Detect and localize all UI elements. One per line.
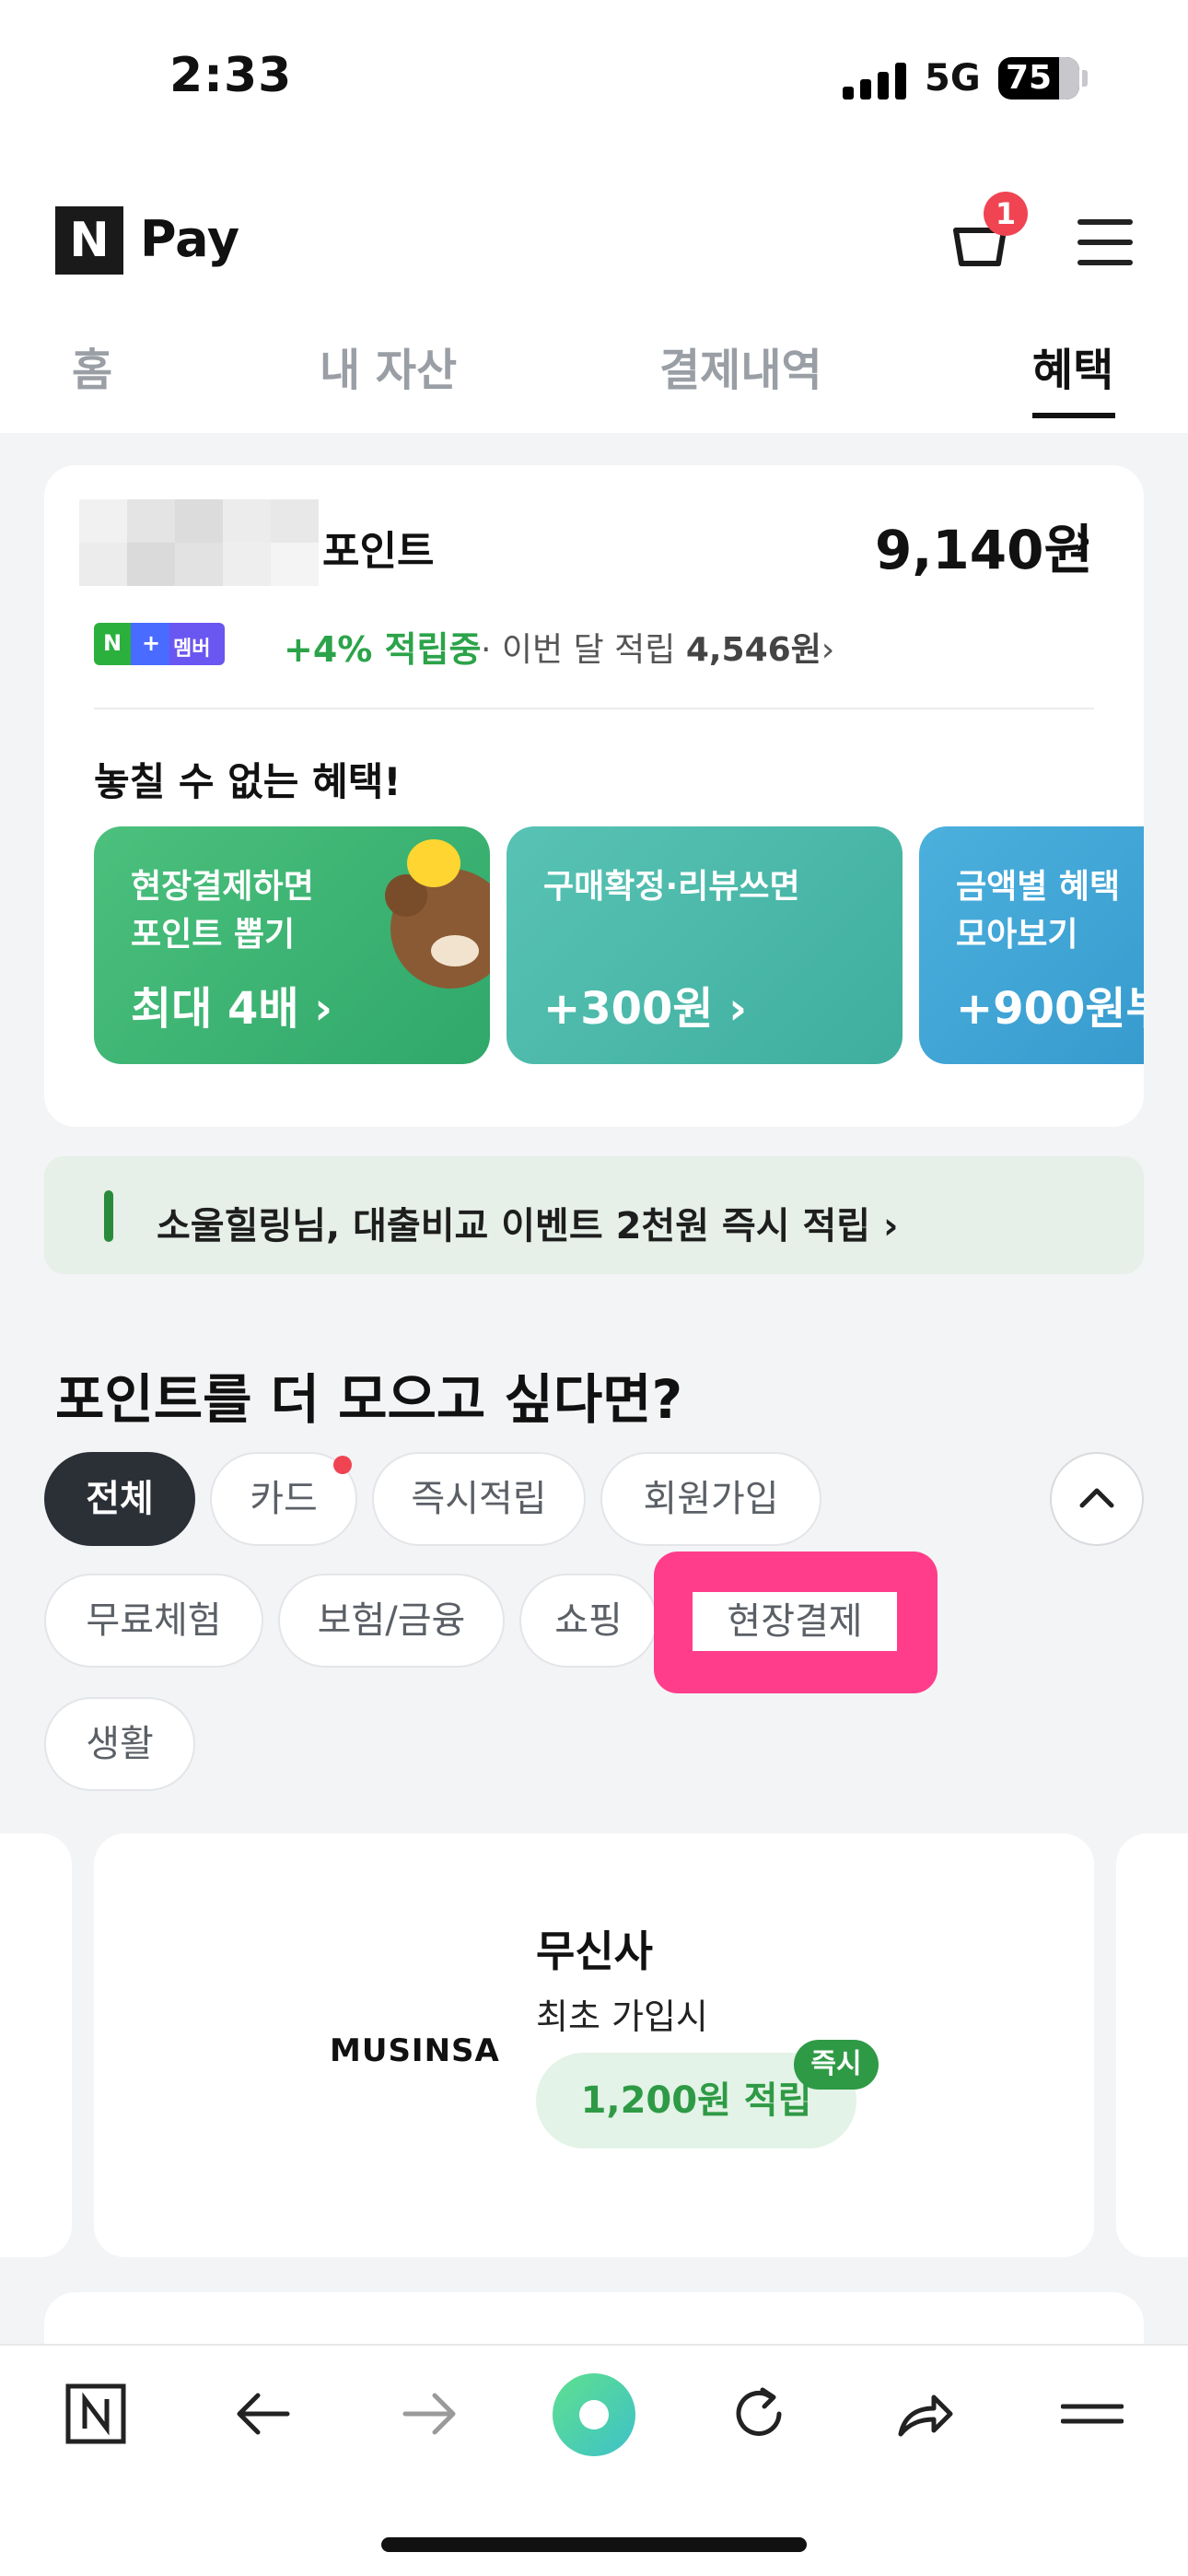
divider bbox=[94, 708, 1094, 709]
benefit-line2: 모아보기 bbox=[956, 916, 1078, 954]
tab-benefits[interactable]: 혜택 bbox=[1032, 334, 1113, 398]
active-tab-indicator bbox=[1032, 413, 1115, 418]
points-label: 포인트 bbox=[322, 528, 435, 575]
monthly-accrual[interactable]: · 이번 달 적립 4,546원› bbox=[481, 623, 834, 671]
filter-chip-onsite-payment[interactable]: 현장결제 bbox=[693, 1592, 897, 1651]
signal-icon bbox=[843, 63, 907, 100]
home-indicator bbox=[381, 2537, 807, 2552]
benefit-card-review[interactable]: 구매확정·리뷰쓰면 +300원 › bbox=[507, 826, 903, 1064]
battery-icon: 75 bbox=[998, 57, 1079, 100]
next-offer-card[interactable] bbox=[1116, 1833, 1188, 2257]
promo-icon bbox=[104, 1190, 113, 1242]
section-title: 포인트를 더 모으고 싶다면? bbox=[55, 1368, 683, 1431]
points-balance[interactable]: 9,140원 bbox=[875, 507, 1093, 584]
brand-logo: MUSINSA bbox=[330, 2032, 500, 2069]
share-icon[interactable] bbox=[893, 2383, 956, 2445]
filter-chip-all[interactable]: 전체 bbox=[44, 1452, 195, 1546]
benefit-line1: 금액별 혜택 bbox=[956, 868, 1121, 906]
tab-home[interactable]: 홈 bbox=[72, 334, 112, 398]
menu-icon[interactable] bbox=[1061, 2383, 1124, 2445]
monthly-accrual-label: · 이번 달 적립 bbox=[481, 631, 686, 669]
sally-chick-icon bbox=[407, 839, 460, 887]
membership-badge: N + 멤버십 bbox=[94, 623, 225, 690]
benefit-card-onsite[interactable]: 현장결제하면 포인트 뽑기 최대 4배 › bbox=[94, 826, 490, 1064]
collapse-filters-button[interactable] bbox=[1050, 1452, 1144, 1546]
benefit-line1: 구매확정·리뷰쓰면 bbox=[543, 868, 800, 906]
forward-arrow-icon[interactable] bbox=[398, 2383, 460, 2445]
new-dot-badge bbox=[333, 1456, 352, 1474]
benefit-line2: 포인트 뽑기 bbox=[131, 916, 296, 954]
plus-icon: + bbox=[142, 630, 161, 656]
accrual-rate: +4% 적립중 bbox=[284, 629, 482, 670]
brown-bear-icon bbox=[385, 869, 490, 989]
filter-chip-signup[interactable]: 회원가입 bbox=[600, 1452, 821, 1546]
benefit-highlight: +300원 › bbox=[543, 983, 748, 1035]
logo-text[interactable]: Pay bbox=[140, 210, 239, 268]
filter-chip-insurance[interactable]: 보험/금융 bbox=[278, 1574, 505, 1668]
filter-chip-instant[interactable]: 즉시적립 bbox=[372, 1452, 586, 1546]
offer-name: 무신사 bbox=[536, 1926, 653, 1976]
instant-tag: 즉시 bbox=[794, 2040, 879, 2090]
benefit-highlight: +900원부 bbox=[956, 983, 1144, 1035]
benefit-carousel: 현장결제하면 포인트 뽑기 최대 4배 › 구매확정·리뷰쓰면 +300원 › … bbox=[44, 826, 1144, 1075]
chevron-right-icon: › bbox=[821, 631, 835, 669]
chevron-up-icon bbox=[1079, 1488, 1114, 1508]
chevron-right-icon[interactable]: › bbox=[1074, 514, 1092, 566]
membership-n: N bbox=[103, 630, 122, 656]
tab-payment-history[interactable]: 결제내역 bbox=[659, 334, 822, 398]
hamburger-menu-icon[interactable] bbox=[1077, 219, 1133, 265]
benefit-line1: 현장결제하면 bbox=[131, 868, 314, 906]
membership-text: 멤버십 bbox=[173, 638, 211, 690]
offer-condition: 최초 가입시 bbox=[536, 1996, 708, 2037]
filter-chip-free-trial[interactable]: 무료체험 bbox=[44, 1574, 263, 1668]
naver-home-icon[interactable] bbox=[64, 2383, 127, 2445]
filter-chip-shopping[interactable]: 쇼핑 bbox=[519, 1574, 658, 1668]
battery-percent: 75 bbox=[1005, 59, 1053, 97]
promo-text[interactable]: 소울힐링님, 대출비교 이벤트 2천원 즉시 적립 › bbox=[157, 1196, 898, 1249]
prev-offer-card[interactable] bbox=[0, 1833, 72, 2257]
back-arrow-icon[interactable] bbox=[232, 2383, 295, 2445]
green-dot-icon[interactable] bbox=[551, 2371, 637, 2458]
cart-count-badge: 1 bbox=[984, 192, 1028, 236]
battery-tip bbox=[1082, 70, 1088, 87]
blurred-username bbox=[79, 499, 319, 586]
naver-logo-icon[interactable]: N bbox=[55, 206, 123, 275]
offer-card[interactable] bbox=[94, 1833, 1094, 2257]
benefit-card-amount[interactable]: 금액별 혜택 모아보기 +900원부 bbox=[919, 826, 1144, 1064]
benefits-title: 놓칠 수 없는 혜택! bbox=[94, 759, 402, 804]
refresh-icon[interactable] bbox=[728, 2383, 790, 2445]
status-time: 2:33 bbox=[169, 48, 293, 103]
filter-chip-living[interactable]: 생활 bbox=[44, 1697, 195, 1791]
monthly-accrual-amount: 4,546원 bbox=[685, 631, 821, 669]
benefit-highlight: 최대 4배 › bbox=[131, 983, 333, 1035]
tab-my-assets[interactable]: 내 자산 bbox=[320, 334, 457, 398]
network-label: 5G bbox=[925, 57, 981, 100]
